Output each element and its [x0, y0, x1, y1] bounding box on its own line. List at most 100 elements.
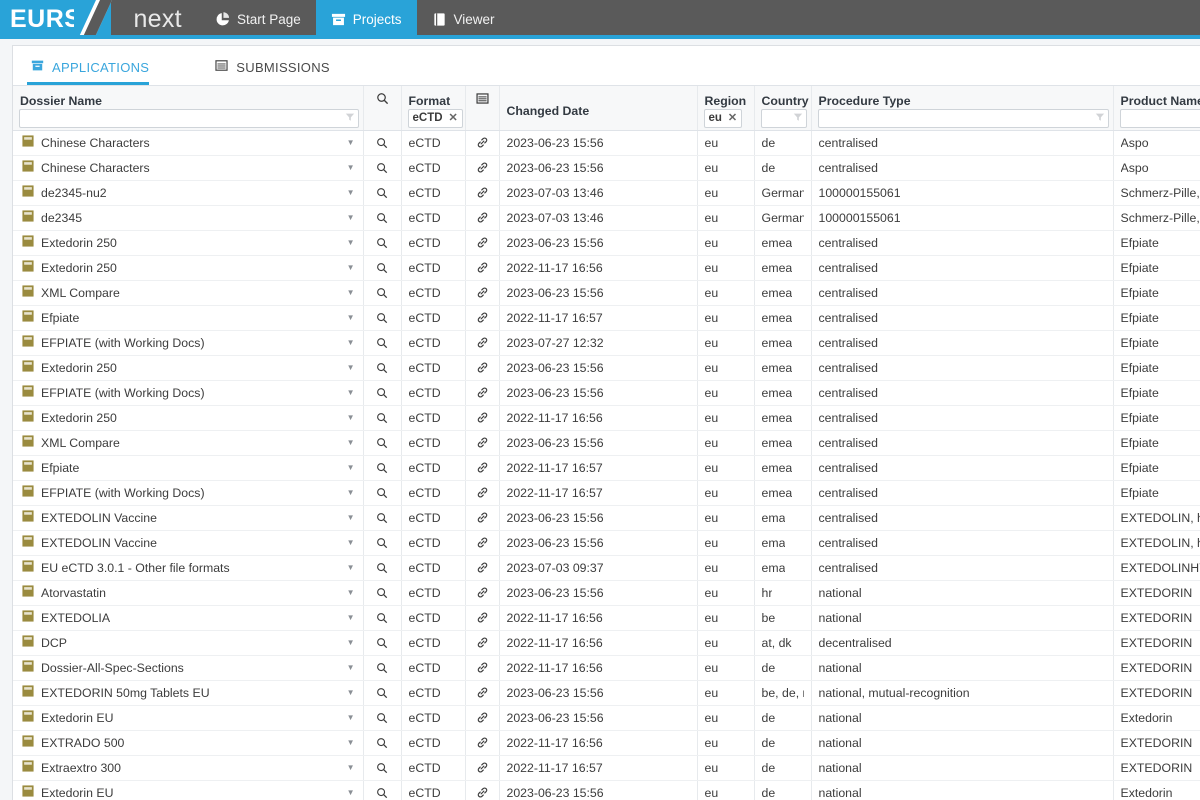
table-row[interactable]: de2345-nu2 ▼ eCTD 2023-07-03 13:46 eu Germany… [13, 180, 1200, 206]
chevron-down-icon[interactable]: ▼ [347, 213, 355, 222]
search-icon[interactable] [364, 256, 401, 280]
cell-link-action[interactable] [465, 205, 500, 231]
link-icon[interactable] [466, 456, 499, 480]
cell-search-action[interactable] [363, 430, 402, 456]
cell-search-action[interactable] [363, 530, 402, 556]
search-icon[interactable] [364, 656, 401, 680]
table-row[interactable]: EXTEDOLIN Vaccine ▼ eCTD 2023-06-23 15:56 eu… [13, 530, 1200, 556]
cell-dossier-name[interactable]: EFPIATE (with Working Docs) ▼ [13, 480, 364, 506]
cell-link-action[interactable] [465, 730, 500, 756]
table-row[interactable]: Chinese Characters ▼ eCTD 2023-06-23 15:56 e… [13, 130, 1200, 156]
table-row[interactable]: Extedorin 250 ▼ eCTD 2022-11-17 16:56 eu emea… [13, 405, 1200, 431]
filter-input-procedure-type[interactable] [817, 108, 1109, 128]
table-row[interactable]: Extraextro 300 ▼ eCTD 2022-11-17 16:57 eu de n… [13, 755, 1200, 781]
table-row[interactable]: Chinese Characters ▼ eCTD 2023-06-23 15:56 e… [13, 155, 1200, 181]
search-icon[interactable] [364, 206, 401, 230]
chevron-down-icon[interactable]: ▼ [347, 388, 355, 397]
column-header-format[interactable]: Format eCTD ✕ [401, 86, 466, 131]
table-row[interactable]: Atorvastatin ▼ eCTD 2023-06-23 15:56 eu hr nat… [13, 580, 1200, 606]
cell-link-action[interactable] [465, 680, 500, 706]
filter-input-country[interactable] [760, 108, 807, 128]
column-header-search[interactable] [363, 86, 402, 131]
link-icon[interactable] [466, 756, 499, 780]
cell-dossier-name[interactable]: de2345 ▼ [13, 205, 364, 231]
chevron-down-icon[interactable]: ▼ [347, 738, 355, 747]
link-icon[interactable] [466, 156, 499, 180]
search-icon[interactable] [364, 756, 401, 780]
cell-search-action[interactable] [363, 780, 402, 800]
cell-link-action[interactable] [465, 355, 500, 381]
chevron-down-icon[interactable]: ▼ [347, 413, 355, 422]
cell-search-action[interactable] [363, 305, 402, 331]
column-header-link[interactable] [465, 86, 500, 131]
tab-applications[interactable]: APPLICATIONS [27, 46, 163, 85]
tab-submissions[interactable]: SUBMISSIONS [211, 46, 344, 85]
column-header-region[interactable]: Region eu ✕ [697, 86, 755, 131]
cell-search-action[interactable] [363, 155, 402, 181]
link-icon[interactable] [466, 356, 499, 380]
table-row[interactable]: Efpiate ▼ eCTD 2022-11-17 16:57 eu emea centra… [13, 305, 1200, 331]
search-icon[interactable] [364, 331, 401, 355]
cell-link-action[interactable] [465, 230, 500, 256]
search-icon[interactable] [364, 356, 401, 380]
link-icon[interactable] [466, 506, 499, 530]
chevron-down-icon[interactable]: ▼ [347, 663, 355, 672]
chevron-down-icon[interactable]: ▼ [347, 538, 355, 547]
cell-dossier-name[interactable]: Extedorin EU ▼ [13, 780, 364, 800]
cell-dossier-name[interactable]: EFPIATE (with Working Docs) ▼ [13, 380, 364, 406]
cell-link-action[interactable] [465, 405, 500, 431]
cell-search-action[interactable] [363, 380, 402, 406]
search-icon[interactable] [364, 556, 401, 580]
cell-link-action[interactable] [465, 380, 500, 406]
table-row[interactable]: DCP ▼ eCTD 2022-11-17 16:56 eu at, dk decentra… [13, 630, 1200, 656]
cell-search-action[interactable] [363, 655, 402, 681]
table-row[interactable]: de2345 ▼ eCTD 2023-07-03 13:46 eu Germany 1000… [13, 205, 1200, 231]
cell-link-action[interactable] [465, 255, 500, 281]
column-header-dossier-name[interactable]: Dossier Name [13, 86, 364, 131]
link-icon[interactable] [466, 331, 499, 355]
search-icon[interactable] [364, 706, 401, 730]
cell-search-action[interactable] [363, 405, 402, 431]
link-icon[interactable] [466, 581, 499, 605]
cell-search-action[interactable] [363, 505, 402, 531]
chevron-down-icon[interactable]: ▼ [347, 363, 355, 372]
cell-search-action[interactable] [363, 205, 402, 231]
nav-item-viewer[interactable]: Viewer [417, 0, 510, 39]
chevron-down-icon[interactable]: ▼ [347, 688, 355, 697]
chevron-down-icon[interactable]: ▼ [347, 238, 355, 247]
table-row[interactable]: EXTEDOLIA ▼ eCTD 2022-11-17 16:56 eu be nation… [13, 605, 1200, 631]
cell-search-action[interactable] [363, 755, 402, 781]
cell-dossier-name[interactable]: Extedorin 250 ▼ [13, 230, 364, 256]
cell-search-action[interactable] [363, 355, 402, 381]
search-icon[interactable] [364, 306, 401, 330]
link-icon[interactable] [466, 631, 499, 655]
table-row[interactable]: Extedorin EU ▼ eCTD 2023-06-23 15:56 eu de nat… [13, 705, 1200, 731]
filter-chip-region[interactable]: eu ✕ [703, 108, 743, 128]
cell-dossier-name[interactable]: XML Compare ▼ [13, 280, 364, 306]
link-icon[interactable] [466, 656, 499, 680]
clear-filter-format-icon[interactable]: ✕ [449, 112, 460, 124]
cell-dossier-name[interactable]: Extedorin 250 ▼ [13, 255, 364, 281]
cell-dossier-name[interactable]: EU eCTD 3.0.1 - Other file formats ▼ [13, 555, 364, 581]
cell-search-action[interactable] [363, 580, 402, 606]
cell-dossier-name[interactable]: EFPIATE (with Working Docs) ▼ [13, 330, 364, 356]
search-icon[interactable] [364, 781, 401, 800]
cell-dossier-name[interactable]: EXTEDORIN 50mg Tablets EU ▼ [13, 680, 364, 706]
link-icon[interactable] [466, 131, 499, 155]
cell-search-action[interactable] [363, 705, 402, 731]
chevron-down-icon[interactable]: ▼ [347, 788, 355, 797]
cell-link-action[interactable] [465, 305, 500, 331]
link-icon[interactable] [466, 556, 499, 580]
cell-link-action[interactable] [465, 630, 500, 656]
cell-dossier-name[interactable]: DCP ▼ [13, 630, 364, 656]
search-icon[interactable] [364, 431, 401, 455]
table-row[interactable]: XML Compare ▼ eCTD 2023-06-23 15:56 eu emea ce… [13, 430, 1200, 456]
cell-link-action[interactable] [465, 455, 500, 481]
search-icon[interactable] [364, 181, 401, 205]
cell-dossier-name[interactable]: XML Compare ▼ [13, 430, 364, 456]
table-row[interactable]: Efpiate ▼ eCTD 2022-11-17 16:57 eu emea centra… [13, 455, 1200, 481]
chevron-down-icon[interactable]: ▼ [347, 313, 355, 322]
chevron-down-icon[interactable]: ▼ [347, 438, 355, 447]
cell-search-action[interactable] [363, 480, 402, 506]
link-icon[interactable] [466, 381, 499, 405]
